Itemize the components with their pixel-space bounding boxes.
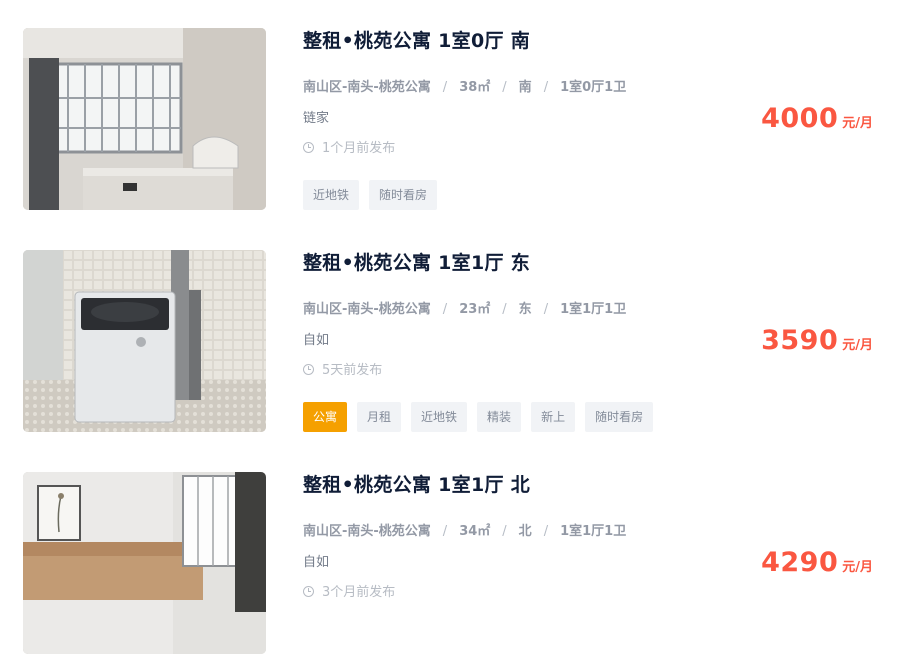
separator: / [502,80,507,95]
location-text[interactable]: 南山区-南头-桃苑公寓 [303,524,431,539]
listing-card[interactable]: 整租•桃苑公寓 1室1厅 东 南山区-南头-桃苑公寓/23㎡ / 东/1室1厅1卫 … [0,250,904,450]
price-unit: 元/月 [842,116,873,131]
listing-photo[interactable] [23,250,266,432]
price: 4290 元/月 [761,547,873,578]
listing-title[interactable]: 整租•桃苑公寓 1室1厅 东 [303,248,530,275]
listing-photo[interactable] [23,472,266,654]
separator: / [442,80,448,95]
tag: 随时看房 [585,402,654,432]
separator: / [442,524,448,539]
clock-icon [303,364,314,375]
clock-icon [303,586,314,597]
tag: 月租 [357,402,402,432]
listing-desc: 南山区-南头-桃苑公寓 / 38㎡ / 南 / 1室0厅1卫 [303,76,626,95]
listing-title[interactable]: 整租•桃苑公寓 1室1厅 北 [303,470,530,497]
brand-text: 自如 [303,555,330,570]
price-value: 4000 [761,103,839,134]
posted-text: 1个月前发布 [322,141,396,156]
posted-time: 3个月前发布 [303,581,395,600]
separator: / [543,302,549,317]
separator: / [543,524,549,539]
location-text[interactable]: 南山区-南头-桃苑公寓 [303,302,431,317]
posted-time: 5天前发布 [303,359,382,378]
listing-photo[interactable] [23,28,266,210]
orientation-text: 东 [518,302,532,317]
area-text: 34㎡ [459,524,491,539]
posted-time: 1个月前发布 [303,137,395,156]
layout-text: 1室1厅1卫 [560,302,627,317]
brand-text: 自如 [303,333,330,348]
tag-highlight: 公寓 [303,402,348,432]
price-value: 4290 [761,547,839,578]
price: 3590 元/月 [761,325,873,356]
price-unit: 元/月 [842,338,873,353]
separator: / [502,524,507,539]
area-text: 23㎡ [459,302,491,317]
separator: / [502,302,507,317]
brand-text: 链家 [303,111,330,126]
tag: 随时看房 [369,180,438,210]
separator: / [442,302,448,317]
listing-card[interactable]: 整租•桃苑公寓 1室1厅 北 南山区-南头-桃苑公寓/34㎡ / 北/1室1厅1卫 … [0,472,904,672]
layout-text: 1室1厅1卫 [560,524,627,539]
listing-desc: 南山区-南头-桃苑公寓 / 34㎡ / 北 / 1室1厅1卫 [303,520,626,539]
clock-icon [303,142,314,153]
tag-list: 近地铁 随时看房 [303,180,438,210]
location-text[interactable]: 南山区-南头-桃苑公寓 [303,80,431,95]
price: 4000 元/月 [761,103,873,134]
listing-desc: 南山区-南头-桃苑公寓 / 23㎡ / 东 / 1室1厅1卫 [303,298,626,317]
listing-title[interactable]: 整租•桃苑公寓 1室0厅 南 [303,26,530,53]
tag: 精装 [477,402,522,432]
orientation-text: 南 [518,80,532,95]
tag-list: 公寓 月租 近地铁 精装 新上 随时看房 [303,402,654,432]
listing-card[interactable]: 整租•桃苑公寓 1室0厅 南 南山区-南头-桃苑公寓/38㎡ / 南/1室0厅1卫 … [0,28,904,228]
price-unit: 元/月 [842,560,873,575]
layout-text: 1室0厅1卫 [560,80,627,95]
posted-text: 5天前发布 [322,363,383,378]
orientation-text: 北 [518,524,532,539]
area-text: 38㎡ [459,80,491,95]
tag: 新上 [531,402,576,432]
separator: / [543,80,549,95]
tag: 近地铁 [411,402,468,432]
tag: 近地铁 [303,180,360,210]
price-value: 3590 [761,325,839,356]
